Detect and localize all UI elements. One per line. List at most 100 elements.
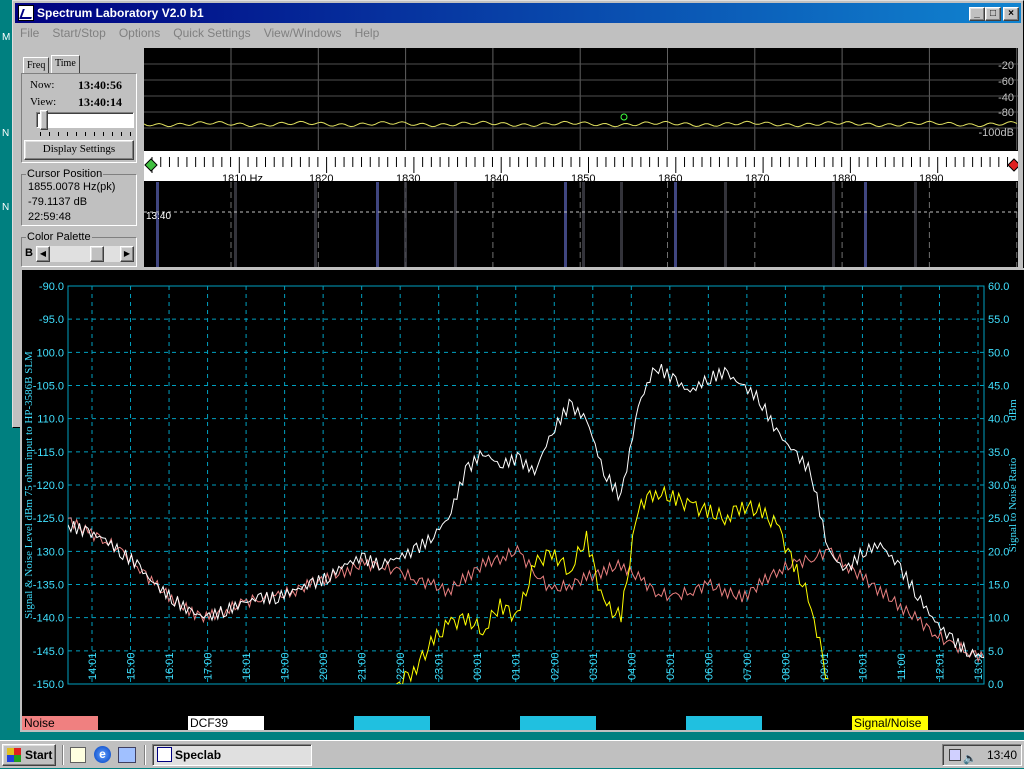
right-marker-icon[interactable]: [1007, 158, 1018, 172]
windows-logo-icon: [7, 748, 21, 762]
y-right-tick-label: 35.0: [988, 447, 1009, 459]
menu-options[interactable]: Options: [114, 24, 165, 42]
desktop-shortcut-icon[interactable]: [70, 747, 86, 763]
y-left-tick-label: 100.0: [36, 347, 64, 359]
volume-icon[interactable]: 🔈: [963, 749, 977, 769]
tab-freq[interactable]: Freq: [23, 57, 50, 74]
legend-empty-1: [354, 716, 430, 730]
legend-empty-2: [520, 716, 596, 730]
x-tick-label: 10:01: [857, 652, 869, 680]
x-tick-label: 04:00: [626, 652, 638, 680]
legend-noise: Noise: [22, 716, 98, 730]
waterfall-streak: [156, 182, 159, 267]
y-right-tick-label: 15.0: [988, 580, 1009, 592]
left-marker-icon[interactable]: [144, 158, 158, 172]
menu-file[interactable]: File: [15, 24, 44, 42]
freq-label: 1850: [571, 173, 596, 185]
y-left-tick-label: -95.0: [39, 314, 64, 326]
start-button[interactable]: Start: [2, 744, 56, 766]
x-tick-label: 22:00: [395, 652, 407, 680]
y-left-tick-label: -105.0: [33, 381, 64, 393]
freq-label: 1870: [745, 173, 770, 185]
time-slider-thumb[interactable]: [40, 110, 48, 130]
desktop-edge-label: N: [2, 128, 10, 139]
waterfall-streak: [564, 182, 567, 267]
menu-help[interactable]: Help: [350, 24, 385, 42]
browser-icon[interactable]: e: [94, 746, 111, 763]
x-tick-label: 14:01: [87, 652, 99, 680]
minimize-button[interactable]: _: [969, 7, 985, 21]
y-right-axis-title: Signal to Noise Ratio: [1007, 457, 1019, 552]
y-left-tick-label: 130.0: [36, 546, 64, 558]
signal-noise-chart: 14:01 15:00 16:01 17:00 18:01 19:00 20:00 21:00…: [23, 281, 1019, 691]
spectrum-display[interactable]: -20 -40 -60 -80 -100dB 13:40 1810 Hz 182…: [144, 48, 1018, 267]
y-left-tick-label: -90.0: [39, 281, 64, 293]
db-label: -80: [998, 107, 1014, 119]
x-tick-label: 08:00: [780, 652, 792, 680]
palette-scroll-thumb[interactable]: [90, 246, 104, 262]
tray-app-icon[interactable]: [949, 749, 961, 761]
palette-scrollbar[interactable]: ◀ ▶: [36, 246, 134, 262]
x-tick-label: 02:00: [549, 652, 561, 680]
slider-ticks: [40, 132, 132, 136]
close-button[interactable]: ×: [1003, 7, 1019, 21]
cursor-title: Cursor Position: [26, 168, 104, 180]
maximize-button[interactable]: □: [985, 7, 1001, 21]
y-left-tick-label: -140.0: [33, 613, 64, 625]
y-right-tick-label: 50.0: [988, 347, 1009, 359]
title-bar[interactable]: Spectrum Laboratory V2.0 b1 _ □ ×: [15, 3, 1021, 23]
menu-quick-settings[interactable]: Quick Settings: [168, 24, 255, 42]
frequency-scale[interactable]: 1810 Hz 1820 1830 1840 1850 1860 1870 18…: [144, 151, 1018, 185]
y-right-tick-label: 55.0: [988, 314, 1009, 326]
x-tick-label: 12:01: [934, 652, 946, 680]
legend-dcf39: DCF39: [188, 716, 264, 730]
time-group: Now: 13:40:56 View: 13:40:14 Display Set…: [21, 73, 137, 163]
x-tick-label: 17:00: [203, 652, 215, 680]
x-tick-label: 23:01: [434, 652, 446, 680]
task-speclab[interactable]: Speclab: [152, 744, 312, 766]
y-left-tick-label: -125.0: [33, 513, 64, 525]
x-tick-label: 20:00: [318, 652, 330, 680]
app-icon[interactable]: [18, 5, 34, 21]
display-settings-label: Display Settings: [42, 143, 116, 155]
x-tick-label: 00:01: [472, 652, 484, 680]
clock[interactable]: 13:40: [987, 745, 1017, 765]
scroll-left-icon[interactable]: ◀: [36, 246, 50, 262]
freq-label: 1890: [919, 173, 944, 185]
menu-start-stop[interactable]: Start/Stop: [47, 24, 110, 42]
cursor-freq: 1855.0078 Hz(pk): [28, 181, 116, 193]
time-slider-track[interactable]: [36, 112, 134, 128]
series-line-noise: [68, 517, 984, 664]
waterfall: [156, 182, 1018, 267]
window-title: Spectrum Laboratory V2.0 b1: [37, 6, 204, 20]
freq-label: 1880: [832, 173, 857, 185]
x-tick-label: 05:01: [665, 652, 677, 680]
now-label: Now:: [30, 79, 55, 91]
taskbar-divider: [62, 745, 64, 765]
y-right-tick-label: 10.0: [988, 613, 1009, 625]
db-label: -100dB: [978, 127, 1014, 139]
palette-label: B: [25, 247, 33, 259]
waterfall-streak: [914, 182, 917, 267]
tab-time[interactable]: Time: [51, 55, 80, 74]
waterfall-streak: [314, 182, 317, 267]
freq-label: 1860: [658, 173, 683, 185]
waterfall-streak: [404, 182, 407, 267]
x-tick-label: 03:01: [588, 652, 600, 680]
x-tick-label: 16:01: [164, 652, 176, 680]
x-tick-label: 21:00: [357, 652, 369, 680]
y-right-tick-label: 60.0: [988, 281, 1009, 293]
y-right-tick-label: 5.0: [988, 646, 1003, 658]
desktop-edge-label: M: [2, 32, 11, 43]
plot-window[interactable]: 14:01 15:00 16:01 17:00 18:01 19:00 20:00 21:00…: [20, 268, 1024, 732]
scroll-right-icon[interactable]: ▶: [120, 246, 134, 262]
legend-signal-noise: Signal/Noise: [852, 716, 928, 730]
display-settings-button[interactable]: Display Settings: [24, 140, 134, 160]
freq-label: 1840: [484, 173, 509, 185]
channels-icon[interactable]: [118, 747, 136, 763]
menu-view-windows[interactable]: View/Windows: [259, 24, 347, 42]
y-left-tick-label: 110.0: [37, 414, 64, 426]
waterfall-time: 13:40: [146, 211, 172, 222]
legend-empty-3: [686, 716, 762, 730]
freq-label: 1830: [396, 173, 421, 185]
